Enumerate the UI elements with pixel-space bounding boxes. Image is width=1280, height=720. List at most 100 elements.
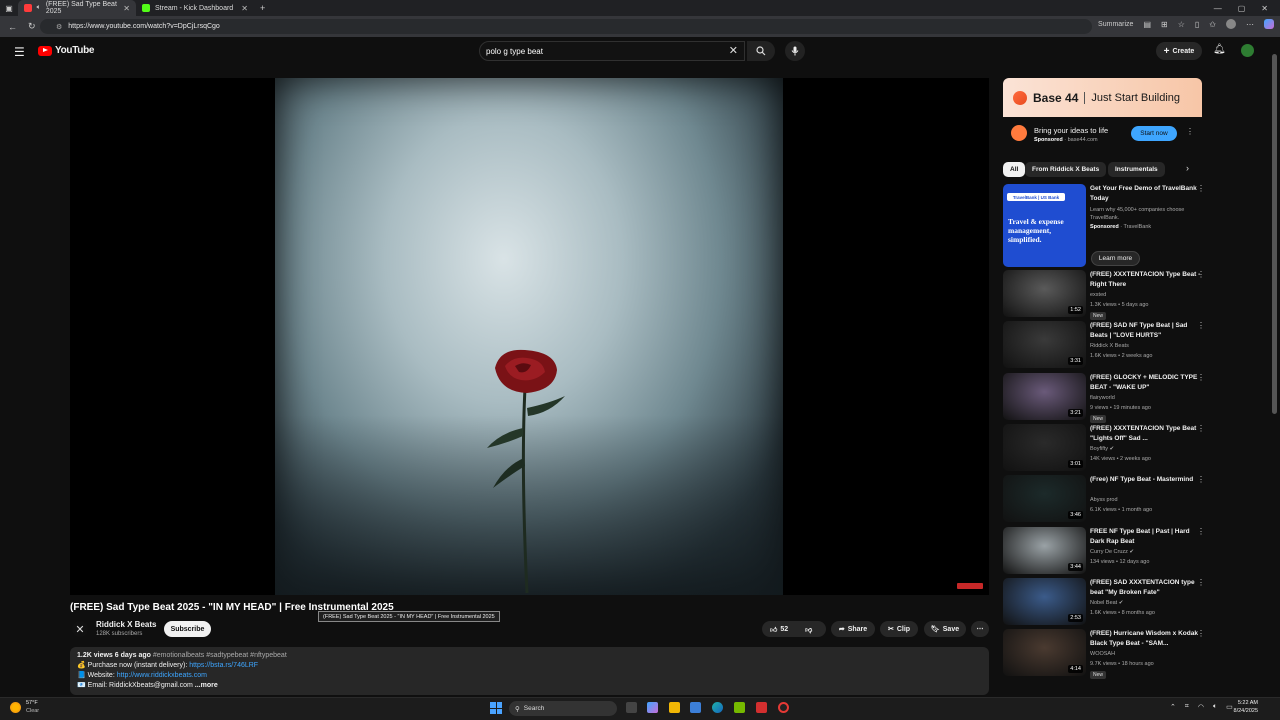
volume-icon[interactable]: 🔈︎ xyxy=(1213,703,1217,711)
subscribe-button[interactable]: Subscribe xyxy=(164,621,211,637)
recommendation-title[interactable]: (FREE) XXXTENTACION Type Beat "Lights Of… xyxy=(1090,424,1202,443)
back-icon[interactable]: ← xyxy=(8,22,20,32)
speaker-icon[interactable]: 🔈︎ xyxy=(37,4,41,12)
search-input[interactable]: polo g type beat ✕ xyxy=(479,41,745,61)
avatar[interactable] xyxy=(1241,44,1254,57)
kebab-menu-icon[interactable]: ⋮ xyxy=(1197,321,1205,330)
recommendation-channel[interactable]: Nobel Beat ✔ xyxy=(1090,600,1123,606)
ad-headline[interactable]: Bring your ideas to life xyxy=(1034,126,1108,135)
start-now-button[interactable]: Start now xyxy=(1131,126,1177,141)
recommendation-channel[interactable]: Curry De Cruzz ✔ xyxy=(1090,549,1134,555)
kebab-menu-icon[interactable]: ⋮ xyxy=(1197,578,1205,587)
create-button[interactable]: + Create xyxy=(1156,42,1202,60)
edge-browser-icon[interactable] xyxy=(712,702,723,713)
recommendation-channel[interactable]: Boyfifty ✔ xyxy=(1090,446,1114,452)
profile-icon[interactable] xyxy=(1226,19,1236,29)
like-count[interactable]: 52 xyxy=(780,626,788,633)
kebab-menu-icon[interactable]: ⋮ xyxy=(1197,475,1205,484)
sidebar-ad-item[interactable]: Get Your Free Demo of TravelBank Today L… xyxy=(1003,184,1213,232)
share-button[interactable]: ➦ Share xyxy=(831,621,875,637)
chevron-right-icon[interactable]: › xyxy=(1186,163,1189,173)
recommendation-item[interactable]: 3:01 (FREE) XXXTENTACION Type Beat "Light… xyxy=(1003,424,1213,472)
reader-icon[interactable]: ▤ xyxy=(1143,20,1151,29)
favorites-icon[interactable]: ✩ xyxy=(1209,20,1216,29)
hashtags[interactable]: #emotionalbeats #sadtypebeat #nftypebeat xyxy=(153,652,287,659)
kebab-menu-icon[interactable]: ⋮ xyxy=(1197,373,1205,382)
nvidia-icon[interactable] xyxy=(734,702,745,713)
site-info-icon[interactable]: ⚙ xyxy=(56,23,62,31)
tab-kick-dashboard[interactable]: Stream - Kick Dashboard ✕ xyxy=(136,0,254,16)
network-icon[interactable]: ⌗ xyxy=(1185,703,1189,711)
website-link[interactable]: http://www.riddickxbeats.com xyxy=(117,672,207,679)
wifi-icon[interactable]: ◠ xyxy=(1198,703,1204,711)
channel-avatar[interactable]: ✕ xyxy=(72,621,88,637)
voice-search-button[interactable] xyxy=(785,41,805,61)
clock-time[interactable]: 5:22 AM xyxy=(1230,700,1258,706)
url-field[interactable]: ⚙ https://www.youtube.com/watch?v=DpCjLr… xyxy=(40,19,1092,34)
kebab-menu-icon[interactable]: ⋮ xyxy=(1197,270,1205,279)
recommendation-channel[interactable]: exsted xyxy=(1090,292,1106,298)
video-player[interactable] xyxy=(70,78,989,595)
weather-temp[interactable]: 57°F xyxy=(26,700,38,706)
tab-youtube[interactable]: 🔈︎ (FREE) Sad Type Beat 2025 ✕ xyxy=(18,0,136,16)
split-icon[interactable]: ▯ xyxy=(1195,20,1199,29)
video-thumbnail[interactable]: 3:21 xyxy=(1003,373,1086,420)
recommendation-channel[interactable]: Abyss prod xyxy=(1090,497,1118,503)
recommendation-item[interactable]: 3:31 (FREE) SAD NF Type Beat | Sad Beats … xyxy=(1003,321,1213,369)
kebab-menu-icon[interactable]: ⋮ xyxy=(1197,184,1205,193)
notifications-bell-icon[interactable]: 🔔︎ xyxy=(1213,44,1226,55)
clip-button[interactable]: ✂ Clip xyxy=(880,621,918,637)
taskbar-search[interactable]: ⚲ Search xyxy=(509,701,617,716)
copilot-app-icon[interactable] xyxy=(647,702,658,713)
search-button[interactable] xyxy=(747,41,775,61)
video-thumbnail[interactable]: 4:14 xyxy=(1003,629,1086,676)
ad-banner[interactable]: Base 44 Just Start Building xyxy=(1003,78,1202,117)
recommendation-item[interactable]: 3:21 (FREE) GLOCKY + MELODIC TYPE BEAT - … xyxy=(1003,373,1213,423)
recommendation-title[interactable]: (FREE) XXXTENTACION Type Beat - Right Th… xyxy=(1090,270,1202,289)
recommendation-channel[interactable]: WOOSAH xyxy=(1090,651,1115,657)
store-icon[interactable] xyxy=(690,702,701,713)
kebab-menu-icon[interactable]: ⋮ xyxy=(1197,629,1205,638)
video-thumbnail[interactable]: 2:53 xyxy=(1003,578,1086,625)
recommendation-item[interactable]: 3:44 FREE NF Type Beat | Past | Hard Dark… xyxy=(1003,527,1213,575)
recommendation-title[interactable]: (FREE) SAD NF Type Beat | Sad Beats | "L… xyxy=(1090,321,1202,340)
chip-from-channel[interactable]: From Riddick X Beats xyxy=(1025,162,1107,177)
video-thumbnail[interactable]: 3:46 xyxy=(1003,475,1086,522)
show-more-button[interactable]: ...more xyxy=(195,682,218,689)
sidebar-ad-title[interactable]: Get Your Free Demo of TravelBank Today xyxy=(1090,184,1202,203)
recommendation-channel[interactable]: flairyworld xyxy=(1090,395,1115,401)
close-window-icon[interactable]: ✕ xyxy=(1261,4,1268,13)
recommendation-title[interactable]: (FREE) GLOCKY + MELODIC TYPE BEAT - "WAK… xyxy=(1090,373,1202,392)
video-thumbnail[interactable]: 3:31 xyxy=(1003,321,1086,368)
windows-start-icon[interactable] xyxy=(490,702,502,714)
star-icon[interactable]: ☆ xyxy=(1178,20,1185,29)
video-thumbnail[interactable]: 3:44 xyxy=(1003,527,1086,574)
recommendation-channel[interactable]: Riddick X Beats xyxy=(1090,343,1129,349)
task-view-icon[interactable] xyxy=(626,702,637,713)
summarize-button[interactable]: Summarize xyxy=(1098,21,1133,28)
video-thumbnail[interactable]: 1:52 xyxy=(1003,270,1086,317)
recommendation-title[interactable]: (FREE) Hurricane Wisdom x Kodak Black Ty… xyxy=(1090,629,1202,648)
chip-all[interactable]: All xyxy=(1003,162,1026,177)
recommendation-item[interactable]: 3:46 (Free) NF Type Beat - Mastermind Abys… xyxy=(1003,475,1213,523)
clock-date[interactable]: 8/24/2025 xyxy=(1226,708,1258,714)
recommendation-title[interactable]: FREE NF Type Beat | Past | Hard Dark Rap… xyxy=(1090,527,1202,546)
recommendation-item[interactable]: 1:52 (FREE) XXXTENTACION Type Beat - Righ… xyxy=(1003,270,1213,320)
kebab-menu-icon[interactable]: ⋮ xyxy=(1197,424,1205,433)
thumbs-down-icon[interactable]: 👎︎ xyxy=(805,625,812,634)
scrollbar[interactable] xyxy=(1272,44,1277,694)
apps-icon[interactable]: ⊞ xyxy=(1161,20,1168,29)
weather-icon[interactable] xyxy=(10,702,21,713)
learn-more-button[interactable]: Learn more xyxy=(1091,251,1140,266)
new-tab-icon[interactable]: + xyxy=(260,3,265,13)
capture-app-icon[interactable] xyxy=(778,702,789,713)
refresh-icon[interactable]: ↻ xyxy=(28,21,40,32)
recommendation-title[interactable]: (FREE) SAD XXXTENTACION type beat "My Br… xyxy=(1090,578,1202,597)
kebab-menu-icon[interactable]: ⋮ xyxy=(1197,527,1205,536)
more-actions-button[interactable]: ⋯ xyxy=(971,621,989,637)
more-icon[interactable]: ⋯ xyxy=(1246,20,1254,29)
app-icon[interactable] xyxy=(756,702,767,713)
menu-icon[interactable]: ☰ xyxy=(14,45,25,59)
recommendation-item[interactable]: 4:14 (FREE) Hurricane Wisdom x Kodak Blac… xyxy=(1003,629,1213,679)
recommendation-title[interactable]: (Free) NF Type Beat - Mastermind xyxy=(1090,475,1202,485)
